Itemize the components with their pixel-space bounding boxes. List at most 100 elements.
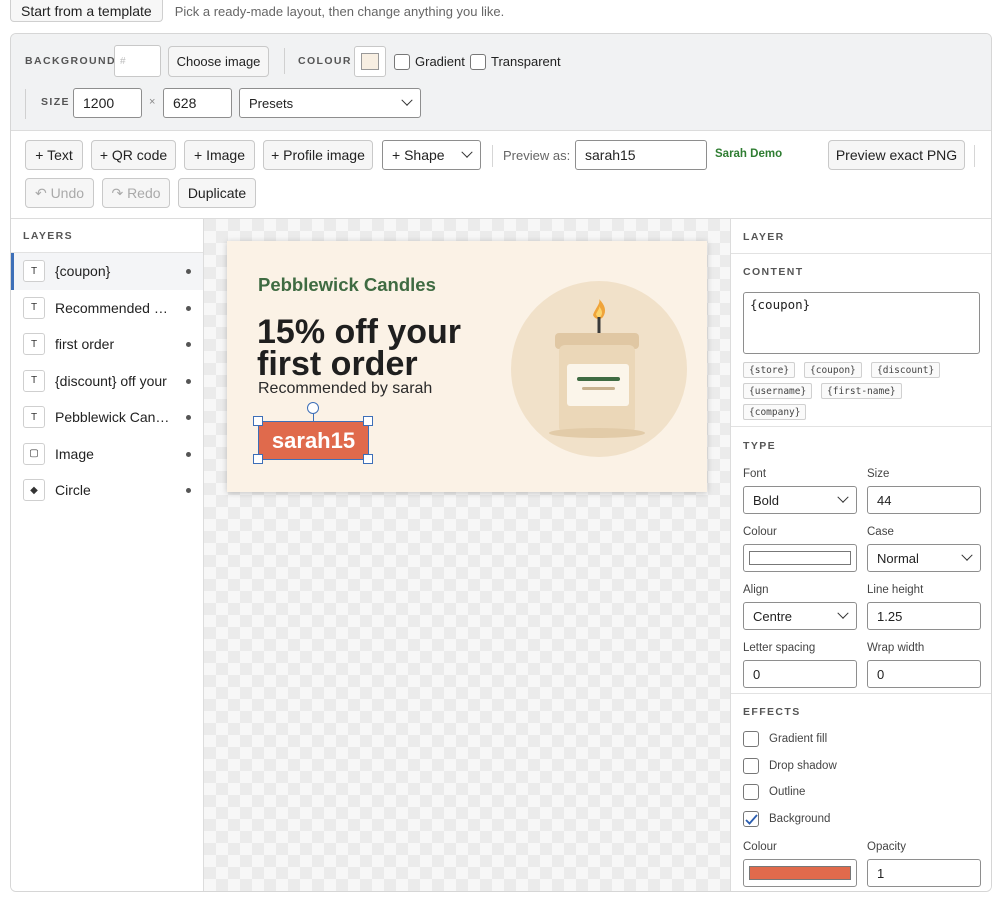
presets-select[interactable]: Presets (239, 88, 421, 118)
wrap-width-input[interactable]: 0 (867, 660, 981, 688)
recommended-text[interactable]: Recommended by sarah (258, 380, 432, 398)
align-select[interactable]: Centre (743, 602, 857, 630)
placeholder-chip-store[interactable]: {store} (743, 362, 796, 378)
preview-as-input[interactable]: sarah15 (575, 140, 707, 170)
layer-item[interactable]: T {discount} off your (11, 363, 203, 400)
resize-handle-bottom-right[interactable] (363, 454, 373, 464)
outline-checkbox[interactable] (743, 784, 759, 800)
background-colour-picker[interactable] (743, 859, 857, 887)
visibility-dot-icon[interactable] (186, 488, 191, 494)
content-title: CONTENT (743, 266, 804, 278)
duplicate-button[interactable]: Duplicate (178, 178, 256, 208)
background-panel: BACKGROUND # Choose image COLOUR Gradien… (11, 34, 991, 131)
height-input[interactable]: 628 (163, 88, 232, 118)
gradient-fill-checkbox[interactable] (743, 731, 759, 747)
effect-label: Background (769, 813, 831, 825)
placeholder-chip-company[interactable]: {company} (743, 404, 807, 420)
effect-background[interactable]: Background (743, 811, 830, 827)
candle-illustration[interactable] (509, 281, 689, 461)
line-height-input[interactable]: 1.25 (867, 602, 981, 630)
effect-gradient-fill[interactable]: Gradient fill (743, 731, 827, 747)
add-text-button[interactable]: + Text (25, 140, 83, 170)
colour-swatch-fill (361, 53, 379, 70)
background-hex-input[interactable]: # (114, 45, 161, 77)
visibility-dot-icon[interactable] (186, 378, 191, 384)
case-value: Normal (877, 550, 919, 566)
placeholder-chip-coupon[interactable]: {coupon} (804, 362, 862, 378)
gradient-label: Gradient (415, 54, 465, 69)
gradient-checkbox[interactable] (394, 54, 410, 70)
undo-button[interactable]: ↶ Undo (25, 178, 94, 208)
align-label: Align (743, 584, 769, 596)
effect-outline[interactable]: Outline (743, 784, 805, 800)
content-textarea[interactable]: {coupon} (743, 292, 980, 354)
size-input[interactable]: 44 (867, 486, 981, 514)
placeholder-chip-discount[interactable]: {discount} (871, 362, 941, 378)
resize-handle-bottom-left[interactable] (253, 454, 263, 464)
add-qr-code-button[interactable]: + QR code (91, 140, 176, 170)
candle-base (549, 428, 645, 438)
visibility-dot-icon[interactable] (186, 451, 191, 457)
layer-item[interactable]: T {coupon} (11, 253, 203, 290)
layer-title: LAYER (743, 231, 785, 243)
visibility-dot-icon[interactable] (186, 415, 191, 421)
visibility-dot-icon[interactable] (186, 269, 191, 275)
layer-item[interactable]: T Pebblewick Candles (11, 399, 203, 436)
visibility-dot-icon[interactable] (186, 305, 191, 311)
placeholder-chip-first-name[interactable]: {first-name} (821, 383, 902, 399)
presets-value: Presets (249, 95, 294, 111)
toolbar: + Text + QR code + Image + Profile image… (11, 131, 991, 219)
layer-item[interactable]: ◆ Circle (11, 472, 203, 509)
shape-layer-icon: ◆ (23, 479, 45, 502)
letter-spacing-label: Letter spacing (743, 642, 816, 654)
font-value: Bold (753, 492, 780, 508)
placeholder-chip-username[interactable]: {username} (743, 383, 813, 399)
divider (284, 48, 285, 74)
add-image-button[interactable]: + Image (184, 140, 255, 170)
start-from-template-button[interactable]: Start from a template (10, 0, 163, 22)
layer-label: first order (55, 336, 115, 353)
effect-drop-shadow[interactable]: Drop shadow (743, 758, 837, 774)
preview-user-name: Sarah Demo (715, 148, 783, 160)
redo-button[interactable]: ↷ Redo (102, 178, 170, 208)
width-input[interactable]: 1200 (73, 88, 142, 118)
visibility-dot-icon[interactable] (186, 342, 191, 348)
headline-text[interactable]: 15% off your (257, 315, 461, 349)
artboard[interactable]: Pebblewick Candles 15% off your first or… (227, 241, 707, 492)
case-select[interactable]: Normal (867, 544, 981, 572)
text-colour-picker[interactable] (743, 544, 857, 572)
image-editor: BACKGROUND # Choose image COLOUR Gradien… (10, 33, 992, 892)
wrap-width-label: Wrap width (867, 642, 925, 654)
divider (25, 89, 26, 119)
size-times: × (149, 96, 156, 108)
resize-handle-top-left[interactable] (253, 416, 263, 426)
brand-text[interactable]: Pebblewick Candles (258, 274, 436, 296)
layer-label: Image (55, 445, 94, 462)
add-profile-image-button[interactable]: + Profile image (263, 140, 373, 170)
preview-as-label: Preview as: (503, 148, 571, 163)
layer-item[interactable]: T Recommended by {first-name} (11, 290, 203, 327)
rotate-handle[interactable] (307, 402, 319, 414)
layer-item[interactable]: ▢ Image (11, 436, 203, 473)
chevron-down-icon (961, 549, 973, 561)
background-colour-swatch[interactable] (354, 46, 386, 77)
colour-label: COLOUR (298, 55, 352, 67)
background-checkbox[interactable] (743, 811, 759, 827)
line-height-label: Line height (867, 584, 924, 596)
headline-second-line[interactable]: first order (257, 347, 418, 381)
font-label: Font (743, 468, 767, 480)
canvas-area[interactable]: Pebblewick Candles 15% off your first or… (204, 219, 730, 891)
resize-handle-top-right[interactable] (363, 416, 373, 426)
letter-spacing-input[interactable]: 0 (743, 660, 857, 688)
transparent-checkbox[interactable] (470, 54, 486, 70)
preview-exact-png-button[interactable]: Preview exact PNG (828, 140, 965, 170)
font-select[interactable]: Bold (743, 486, 857, 514)
choose-image-button[interactable]: Choose image (168, 46, 269, 77)
opacity-input[interactable]: 1 (867, 859, 981, 887)
bg-colour-label: Colour (743, 841, 777, 853)
layer-item[interactable]: T first order (11, 326, 203, 363)
drop-shadow-checkbox[interactable] (743, 758, 759, 774)
text-layer-icon: T (23, 406, 45, 429)
properties-panel: LAYER CONTENT {coupon} {store} {coupon} … (730, 219, 991, 891)
add-shape-select[interactable]: + Shape (382, 140, 481, 170)
